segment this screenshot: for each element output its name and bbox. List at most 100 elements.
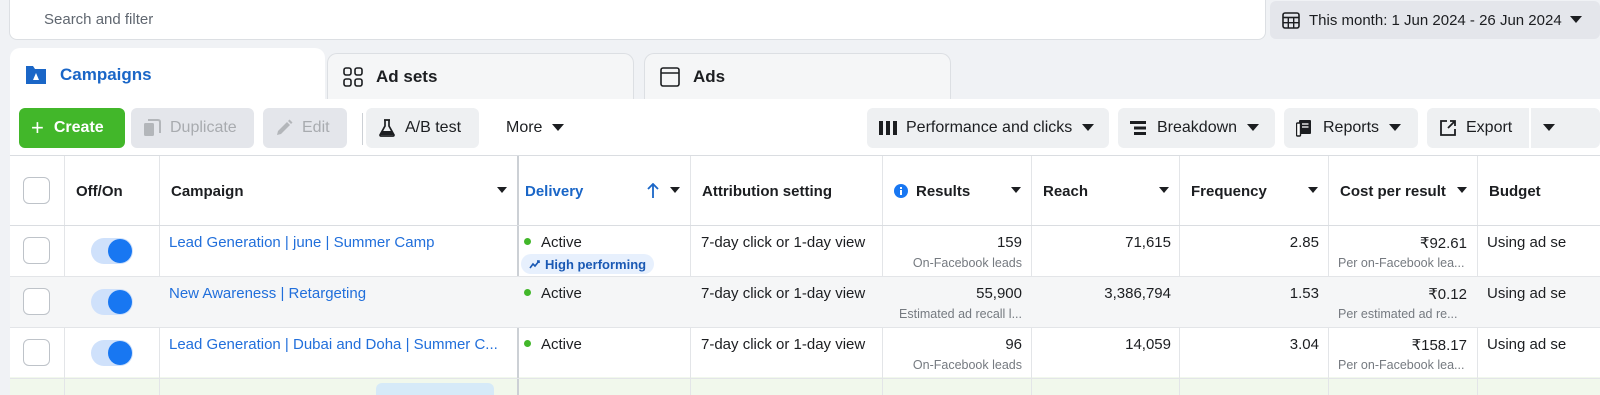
chevron-down-icon[interactable] (1308, 187, 1318, 194)
ads-icon (660, 67, 680, 87)
chevron-down-icon[interactable] (1159, 187, 1169, 194)
table-row-partial (10, 377, 1600, 395)
active-status-dot (524, 340, 531, 347)
campaign-toggle[interactable] (91, 289, 133, 315)
chevron-down-icon[interactable] (1011, 187, 1021, 194)
ad-sets-icon (343, 67, 363, 87)
column-cost-per-result[interactable]: Cost per result (1328, 156, 1477, 226)
tab-ads-label: Ads (693, 67, 726, 86)
chevron-down-icon[interactable] (1457, 187, 1467, 194)
campaign-toggle[interactable] (91, 340, 133, 366)
column-attribution[interactable]: Attribution setting (690, 156, 882, 226)
results-value: 96 (1005, 336, 1022, 353)
delivery-status: Active (524, 234, 582, 251)
export-button[interactable]: Export (1427, 108, 1529, 148)
delivery-status-label: Active (541, 285, 582, 302)
cost-per-result-value: ₹92.61 (1419, 235, 1467, 252)
duplicate-button[interactable]: Duplicate (131, 108, 254, 148)
performance-columns-button[interactable]: Performance and clicks (867, 108, 1109, 148)
select-all-checkbox[interactable] (23, 177, 50, 204)
column-results[interactable]: Results (882, 156, 1031, 226)
column-off-on-label: Off/On (76, 182, 123, 200)
tab-campaigns[interactable]: Campaigns (10, 48, 325, 101)
toolbar: + Create Duplicate Edit A/B test More Pe… (10, 99, 1600, 157)
column-reach[interactable]: Reach (1031, 156, 1179, 226)
create-label: Create (53, 119, 104, 136)
table-header: Off/On Campaign Delivery Attribution set… (10, 156, 1600, 226)
more-button[interactable]: More (494, 108, 576, 148)
results-value: 159 (996, 234, 1022, 251)
active-status-dot (524, 238, 531, 245)
performance-label: Performance and clicks (906, 119, 1073, 136)
date-range-picker[interactable]: This month: 1 Jun 2024 - 26 Jun 2024 (1270, 1, 1600, 39)
chevron-down-icon[interactable] (497, 187, 507, 194)
table-row[interactable]: Lead Generation | Dubai and Doha | Summe… (10, 328, 1600, 379)
edit-button[interactable]: Edit (263, 108, 347, 148)
delivery-status: Active (524, 336, 582, 353)
duplicate-label: Duplicate (170, 119, 237, 136)
info-icon[interactable] (894, 184, 908, 198)
ab-test-button[interactable]: A/B test (366, 108, 479, 148)
date-range-label: This month: 1 Jun 2024 - 26 Jun 2024 (1309, 11, 1562, 29)
campaign-toggle[interactable] (91, 238, 133, 264)
chevron-down-icon (1569, 16, 1582, 23)
search-input[interactable]: Search and filter (9, 0, 1266, 40)
create-button[interactable]: + Create (19, 108, 125, 148)
cost-per-result-type: Per estimated ad re... (1338, 307, 1458, 321)
row-badge-partial (376, 383, 494, 395)
column-results-label: Results (916, 182, 971, 200)
chevron-down-icon (552, 124, 565, 131)
cost-per-result-value: ₹0.12 (1428, 286, 1467, 303)
column-cost-per-result-label: Cost per result (1340, 182, 1446, 200)
column-off-on: Off/On (64, 156, 159, 226)
column-delivery[interactable]: Delivery (513, 156, 690, 226)
tab-ad-sets[interactable]: Ad sets (327, 53, 634, 100)
chevron-down-icon (1247, 124, 1260, 131)
attribution-value: 7-day click or 1-day view (701, 234, 866, 251)
chevron-down-icon[interactable] (670, 187, 680, 194)
delivery-status: Active (524, 285, 582, 302)
column-campaign-label: Campaign (171, 182, 244, 200)
results-type: Estimated ad recall l... (899, 307, 1022, 321)
tab-ad-sets-label: Ad sets (376, 67, 438, 86)
export-label: Export (1466, 119, 1513, 136)
tab-campaigns-label: Campaigns (60, 64, 152, 84)
reports-icon (1296, 120, 1311, 137)
column-frequency[interactable]: Frequency (1179, 156, 1328, 226)
table-row[interactable]: New Awareness | Retargeting Active 7-day… (10, 277, 1600, 328)
results-type: On-Facebook leads (912, 256, 1022, 270)
chevron-down-icon (1389, 124, 1402, 131)
frequency-value: 1.53 (1289, 285, 1319, 302)
campaign-name-link[interactable]: New Awareness | Retargeting (169, 285, 366, 302)
row-checkbox[interactable] (23, 237, 50, 264)
table-row[interactable]: Lead Generation | june | Summer Camp Act… (10, 226, 1600, 277)
search-placeholder: Search and filter (44, 11, 154, 28)
column-campaign[interactable]: Campaign (159, 156, 517, 226)
campaigns-icon (26, 65, 46, 84)
toggle-knob (108, 290, 132, 314)
budget-value: Using ad se (1487, 285, 1567, 302)
cost-per-result-type: Per on-Facebook lea... (1338, 358, 1465, 372)
row-checkbox[interactable] (23, 288, 50, 315)
campaign-name-link[interactable]: Lead Generation | Dubai and Doha | Summe… (169, 336, 498, 353)
delivery-status-label: Active (541, 336, 582, 353)
tab-ads[interactable]: Ads (644, 53, 951, 100)
cost-per-result-type: Per on-Facebook lea... (1338, 256, 1465, 270)
row-checkbox[interactable] (23, 339, 50, 366)
column-budget[interactable]: Budget (1477, 156, 1600, 226)
reports-button[interactable]: Reports (1284, 108, 1418, 148)
column-budget-label: Budget (1489, 182, 1541, 200)
campaign-name-link[interactable]: Lead Generation | june | Summer Camp (169, 234, 434, 251)
chevron-down-icon (1543, 124, 1555, 131)
more-label: More (506, 119, 543, 136)
campaigns-panel: + Create Duplicate Edit A/B test More Pe… (10, 99, 1600, 395)
campaigns-table: Off/On Campaign Delivery Attribution set… (10, 155, 1600, 395)
columns-icon (879, 121, 897, 135)
toggle-knob (108, 341, 132, 365)
high-performing-badge[interactable]: High performing (521, 254, 655, 274)
attribution-value: 7-day click or 1-day view (701, 336, 866, 353)
breakdown-button[interactable]: Breakdown (1118, 108, 1275, 148)
export-menu-button[interactable] (1531, 108, 1600, 148)
ab-test-label: A/B test (405, 119, 462, 136)
reach-value: 14,059 (1125, 336, 1171, 353)
